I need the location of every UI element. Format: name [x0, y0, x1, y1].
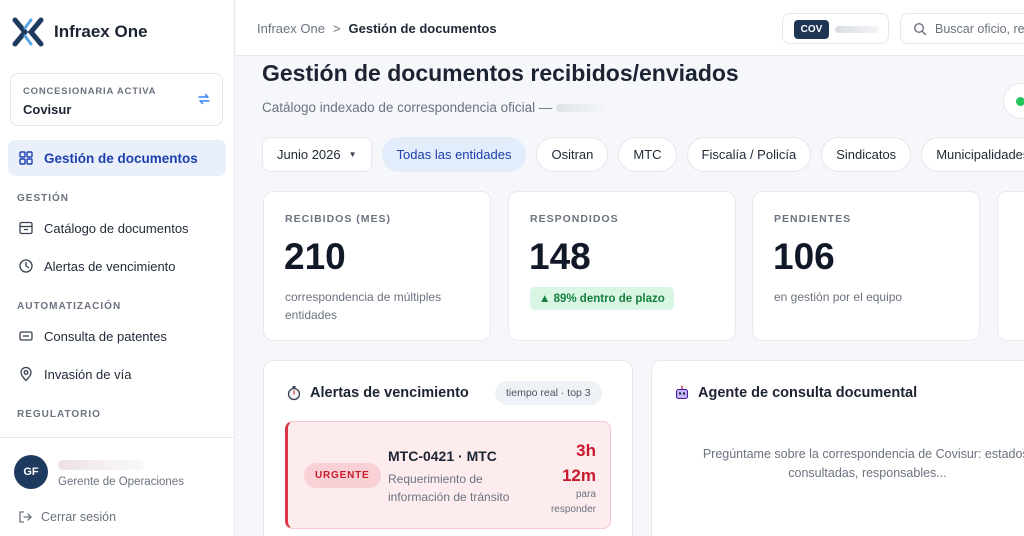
- filter-chip-mtc[interactable]: MTC: [618, 137, 677, 172]
- filter-chip-todas[interactable]: Todas las entidades: [381, 137, 527, 172]
- sidebar-item-label: Alertas de vencimiento: [44, 258, 176, 274]
- sidebar-item-label: Catálogo de documentos: [44, 220, 189, 236]
- user-avatar[interactable]: GF: [14, 455, 48, 489]
- archive-icon: [19, 221, 33, 235]
- agent-prompt-line: consultadas, responsables...: [788, 466, 947, 480]
- stat-value: 106: [773, 236, 835, 277]
- section-gestion: GESTIÓN: [17, 193, 70, 204]
- concesionaria-switcher[interactable]: COV: [782, 13, 889, 44]
- stat-label: RESPONDIDOS: [530, 213, 619, 225]
- concesionaria-selector[interactable]: CONCESIONARIA ACTIVA Covisur: [10, 73, 223, 126]
- robot-icon: [675, 385, 689, 400]
- stat-card-pendientes: PENDIENTES 106 en gestión por el equipo: [752, 191, 980, 341]
- stat-card-recibidos: RECIBIDOS (MES) 210 correspondencia de m…: [263, 191, 491, 341]
- sidebar-item-label: Consulta de patentes: [44, 328, 167, 344]
- sidebar-item-label: Gestión de documentos: [44, 150, 198, 166]
- caret-down-icon: ▼: [348, 150, 357, 159]
- search-placeholder: Buscar oficio, re: [935, 21, 1024, 36]
- app-logo[interactable]: Infraex One: [12, 16, 148, 48]
- agent-panel-title: Agente de consulta documental: [674, 385, 917, 401]
- app-name: Infraex One: [54, 22, 148, 41]
- clock-icon: [19, 259, 33, 273]
- alert-time-remaining: 3h 12m: [562, 438, 596, 488]
- live-status-pill: [1003, 83, 1024, 119]
- filter-chip-sindicatos[interactable]: Sindicatos: [821, 137, 912, 172]
- breadcrumb-current: Gestión de documentos: [348, 21, 497, 36]
- alert-hours: 3h: [576, 441, 596, 460]
- sidebar-divider: [0, 437, 235, 438]
- filter-chip-ositran[interactable]: Ositran: [536, 137, 609, 172]
- page-subtitle: Catálogo indexado de correspondencia ofi…: [262, 100, 609, 115]
- section-automatizacion: AUTOMATIZACIÓN: [17, 301, 122, 312]
- search-icon: [913, 22, 927, 35]
- section-regulatorio: REGULATORIO: [17, 409, 101, 420]
- page-title: Gestión de documentos recibidos/enviados: [262, 60, 739, 86]
- search-input[interactable]: Buscar oficio, re: [900, 13, 1024, 44]
- cov-badge: COV: [794, 20, 829, 39]
- alerts-panel-title-text: Alertas de vencimiento: [310, 385, 469, 401]
- alert-minutes: 12m: [561, 466, 596, 485]
- stat-description: correspondencia de múltiples entidades: [285, 290, 442, 322]
- sidebar-item-invasion-via[interactable]: Invasión de vía: [18, 366, 131, 382]
- stat-label: RECIBIDOS (MES): [285, 213, 392, 225]
- concesionaria-name: Covisur: [23, 102, 72, 117]
- stopwatch-icon: [287, 386, 301, 401]
- agent-prompt-text: Pregúntame sobre la correspondencia de C…: [690, 445, 1024, 483]
- alerts-panel: Alertas de vencimiento tiempo real · top…: [263, 360, 633, 536]
- subtitle-redacted: [556, 104, 609, 113]
- stat-card-respondidos: RESPONDIDOS 148 ▲ 89% dentro de plazo: [508, 191, 736, 341]
- agent-prompt-line: Pregúntame sobre la correspondencia de C…: [702, 447, 1024, 461]
- infraex-logo-icon: [12, 17, 44, 47]
- page-subtitle-text: Catálogo indexado de correspondencia ofi…: [262, 100, 553, 115]
- realtime-tag: tiempo real · top 3: [495, 381, 602, 405]
- stat-card-partial: [997, 191, 1024, 341]
- agent-panel: Agente de consulta documental Pregúntame…: [651, 360, 1024, 536]
- grid-icon: [19, 151, 33, 165]
- breadcrumb-separator: >: [332, 21, 341, 36]
- alert-time-note: para responder: [550, 489, 596, 515]
- agent-panel-title-text: Agente de consulta documental: [698, 385, 918, 401]
- filter-bar: Junio 2026 ▼ Todas las entidades Ositran…: [262, 137, 1024, 172]
- breadcrumb-root[interactable]: Infraex One: [257, 21, 325, 36]
- month-select[interactable]: Junio 2026 ▼: [262, 137, 372, 172]
- live-status-dot: [1016, 97, 1024, 106]
- top-bar: Infraex One > Gestión de documentos COV …: [236, 0, 1024, 56]
- logout-icon: [19, 511, 32, 523]
- filter-chip-municipalidades[interactable]: Municipalidades: [921, 137, 1024, 172]
- user-name-redacted: [58, 460, 144, 470]
- filter-chip-fiscalia[interactable]: Fiscalía / Policía: [686, 137, 812, 172]
- alert-item[interactable]: URGENTE MTC-0421 · MTC Requerimiento de …: [285, 421, 611, 529]
- stat-label: PENDIENTES: [774, 213, 852, 225]
- stat-value: 148: [529, 236, 591, 277]
- sidebar: Infraex One CONCESIONARIA ACTIVA Covisur…: [0, 0, 235, 536]
- swap-icon[interactable]: [196, 91, 212, 107]
- on-time-badge: ▲ 89% dentro de plazo: [530, 287, 674, 310]
- concesionaria-label: CONCESIONARIA ACTIVA: [23, 86, 157, 97]
- stat-value: 210: [284, 236, 346, 277]
- license-plate-icon: [19, 331, 33, 341]
- cov-name-redacted: [835, 26, 879, 33]
- alerts-panel-title: Alertas de vencimiento: [286, 385, 469, 401]
- breadcrumb: Infraex One > Gestión de documentos: [257, 21, 497, 36]
- urgent-badge: URGENTE: [304, 463, 381, 488]
- month-select-value: Junio 2026: [277, 147, 341, 162]
- stat-description: en gestión por el equipo: [774, 290, 903, 304]
- sidebar-item-consulta-patentes[interactable]: Consulta de patentes: [18, 328, 167, 344]
- alert-title: MTC-0421 · MTC: [388, 448, 497, 464]
- logout-label: Cerrar sesión: [41, 510, 117, 524]
- logout-button[interactable]: Cerrar sesión: [17, 509, 116, 525]
- user-role: Gerente de Operaciones: [58, 476, 184, 488]
- sidebar-item-alertas[interactable]: Alertas de vencimiento: [18, 258, 176, 274]
- alert-description: Requerimiento de información de tránsito: [388, 472, 510, 504]
- sidebar-item-gestion-documentos[interactable]: Gestión de documentos: [8, 140, 226, 176]
- sidebar-item-label: Invasión de vía: [44, 366, 132, 382]
- sidebar-item-catalogo[interactable]: Catálogo de documentos: [18, 220, 189, 236]
- map-pin-icon: [20, 366, 32, 382]
